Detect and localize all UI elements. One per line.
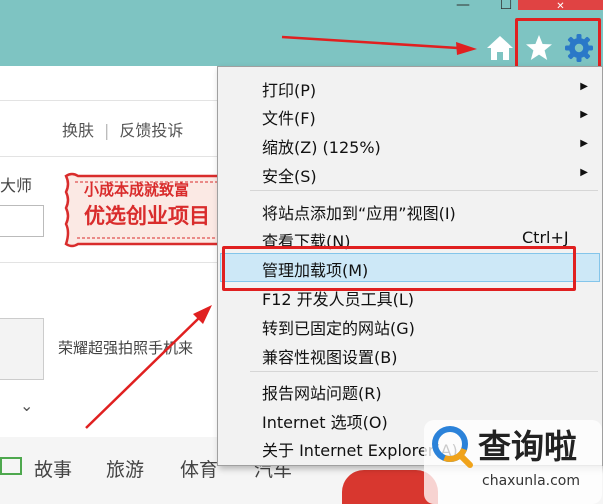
- shortcut-label: Ctrl+J: [522, 228, 569, 247]
- menu-item-internet-options[interactable]: Internet 选项(O): [262, 409, 388, 433]
- minimize-button[interactable]: —: [448, 0, 478, 12]
- menu-item-report-problem[interactable]: 报告网站问题(R): [262, 380, 382, 404]
- submenu-arrow-icon: ▶: [580, 138, 588, 149]
- submenu-arrow-icon: ▶: [580, 109, 588, 120]
- menu-item-zoom[interactable]: 缩放(Z) (125%): [262, 134, 381, 158]
- menu-separator: [250, 371, 598, 372]
- home-button[interactable]: [482, 30, 518, 66]
- annotation-box-manage-addons: [222, 246, 576, 291]
- menu-item-compat-view[interactable]: 兼容性视图设置(B): [262, 344, 397, 368]
- search-input[interactable]: [0, 205, 44, 237]
- feedback-link[interactable]: 反馈投诉: [119, 121, 183, 140]
- menu-item-file[interactable]: 文件(F): [262, 105, 316, 129]
- ad-line-2: 优选创业项目: [84, 204, 210, 228]
- submenu-arrow-icon: ▶: [580, 167, 588, 178]
- header-links: 换肤 | 反馈投诉: [62, 117, 183, 141]
- ad-banner[interactable]: 小成本成就致富 优选创业项目: [62, 168, 222, 250]
- home-icon: [487, 36, 513, 60]
- divider: [0, 100, 220, 101]
- menu-separator: [250, 190, 598, 191]
- dashi-label: 大师: [0, 176, 33, 195]
- maximize-button[interactable]: ☐: [495, 0, 517, 12]
- chevron-down-icon[interactable]: ⌄: [20, 396, 33, 415]
- separator: |: [104, 121, 110, 140]
- honor-headline[interactable]: 荣耀超强拍照手机来: [58, 337, 193, 358]
- magnifier-logo-icon: [432, 426, 473, 468]
- story-icon: [0, 457, 22, 475]
- menu-item-print[interactable]: 打印(P): [262, 77, 316, 101]
- divider: [0, 156, 220, 157]
- watermark-url: chaxunla.com: [482, 473, 580, 489]
- close-icon: ✕: [556, 1, 565, 12]
- submenu-arrow-icon: ▶: [580, 81, 588, 92]
- ad-line-1: 小成本成就致富: [84, 181, 190, 199]
- watermark: 查询啦 chaxunla.com: [424, 420, 602, 504]
- menu-item-pinned-sites[interactable]: 转到已固定的网站(G): [262, 315, 415, 339]
- menu-item-add-to-apps[interactable]: 将站点添加到“应用”视图(I): [262, 200, 456, 224]
- watermark-title: 查询啦: [478, 427, 577, 466]
- divider: [0, 262, 220, 263]
- thumbnail-image[interactable]: [0, 318, 44, 380]
- nav-travel[interactable]: 旅游: [106, 455, 144, 482]
- skin-link[interactable]: 换肤: [62, 121, 94, 140]
- nav-sports[interactable]: 体育: [180, 455, 218, 482]
- menu-item-security[interactable]: 安全(S): [262, 163, 317, 187]
- nav-story[interactable]: 故事: [34, 455, 72, 482]
- close-button[interactable]: ✕: [518, 0, 603, 12]
